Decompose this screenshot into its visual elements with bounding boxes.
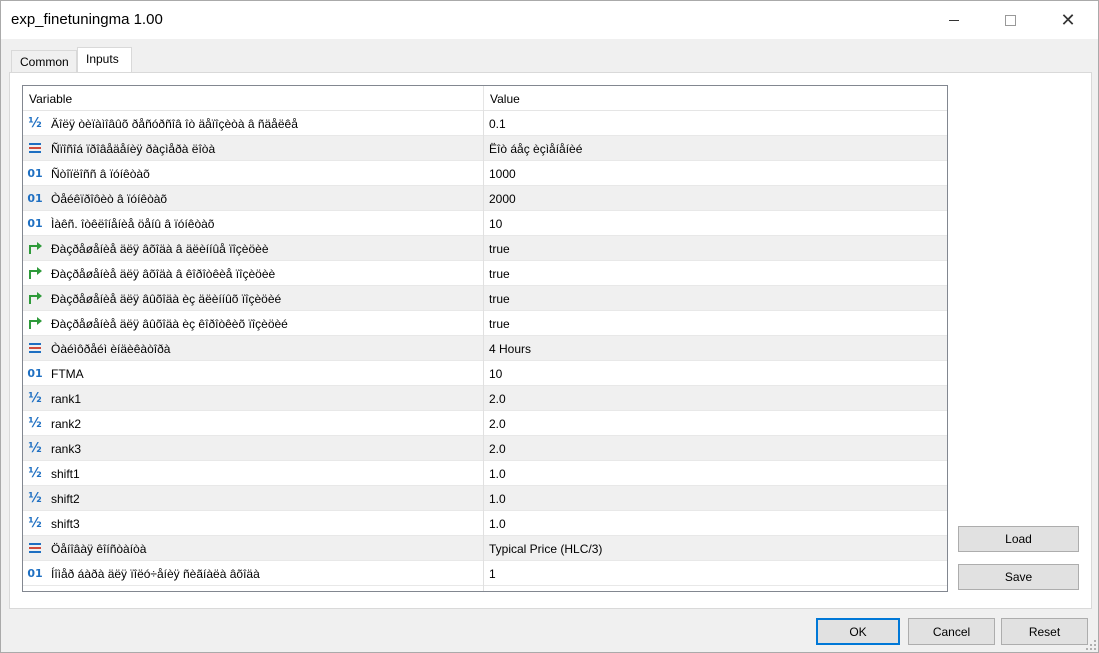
variable-value[interactable]: 2000 [489,192,516,206]
variable-value[interactable]: 1.0 [489,492,506,506]
grid-row[interactable]: 01 Ñòîïëîññ â ïóíêòàõ 1000 [23,161,947,186]
variable-value[interactable]: true [489,242,510,256]
variable-value[interactable]: 1 [489,567,496,581]
minimize-button[interactable] [931,1,977,39]
variable-name: Òàéìôðåéì èíäèêàòîðà [51,342,171,356]
int-icon: 01 [27,566,43,580]
bool-icon [27,290,43,306]
load-button[interactable]: Load [958,526,1079,552]
grid-row[interactable]: 01 Ìàêñ. îòêëîíåíèå öåíû â ïóíêòàõ 10 [23,211,947,236]
resize-grip-icon[interactable] [1085,639,1097,651]
grid-row[interactable]: Ðàçðåøåíèå äëÿ âõîäà â êîðîòêèå ïîçèöèè t… [23,261,947,286]
variable-name: shift2 [51,492,80,506]
title-bar: exp_finetuningma 1.00 ✕ [1,1,1098,39]
variable-name: Ñïîñîá ïðîâåäåíèÿ ðàçìåðà ëîòà [51,142,216,156]
variable-name: shift1 [51,467,80,481]
dialog-window: exp_finetuningma 1.00 ✕ Common Inputs Va… [0,0,1099,653]
bool-icon [27,315,43,331]
variable-name: rank1 [51,392,82,406]
variable-name: Ðàçðåøåíèå äëÿ âõîäà â êîðîòêèå ïîçèöèè [51,267,276,281]
column-header-value[interactable]: Value [490,92,520,106]
minimize-icon [949,19,959,21]
variable-value[interactable]: 2.0 [489,392,506,406]
variable-name: Ñòîïëîññ â ïóíêòàõ [51,167,150,181]
variable-name: shift3 [51,517,80,531]
half-icon: ½ [28,465,42,481]
grid-row[interactable]: ½ shift1 1.0 [23,461,947,486]
grid-row[interactable]: Ñïîñîá ïðîâåäåíèÿ ðàçìåðà ëîòà Ëîò áåç èç… [23,136,947,161]
maximize-icon [1004,14,1016,26]
variable-name: rank3 [51,442,82,456]
inputs-grid: Variable Value ½ Äîëÿ òèïàìîâûõ ðåñóðñîâ … [22,85,948,592]
half-icon: ½ [28,440,42,456]
close-button[interactable]: ✕ [1045,1,1091,39]
variable-name: Òåéêïðîôèò â ïóíêòàõ [51,192,168,206]
variable-name: Äîëÿ òèïàìîâûõ ðåñóðñîâ îò äåïîçèòà â ñä… [51,117,298,131]
grid-row[interactable]: ½ rank3 2.0 [23,436,947,461]
variable-value[interactable]: true [489,292,510,306]
variable-value[interactable]: 1000 [489,167,516,181]
variable-name: Íîìåð áàðà äëÿ ïîëó÷åíèÿ ñèãíàëà âõîäà [51,567,260,581]
bool-icon [27,240,43,256]
column-divider[interactable] [483,86,484,110]
grid-row[interactable]: 01 Íîìåð áàðà äëÿ ïîëó÷åíèÿ ñèãíàëà âõîäà… [23,561,947,586]
int-icon: 01 [27,366,43,380]
variable-value[interactable]: 0.1 [489,117,506,131]
variable-name: Ìàêñ. îòêëîíåíèå öåíû â ïóíêòàõ [51,217,215,231]
grid-row[interactable]: ½ shift2 1.0 [23,486,947,511]
variable-name: Ðàçðåøåíèå äëÿ âûõîäà èç êîðîòêèõ ïîçèöè… [51,317,288,331]
grid-row[interactable]: 01 FTMA 10 [23,361,947,386]
variable-value[interactable]: 1.0 [489,467,506,481]
half-icon: ½ [28,115,42,131]
half-icon: ½ [28,515,42,531]
grid-row[interactable]: Ðàçðåøåíèå äëÿ âûõîäà èç äëèííûõ ïîçèöèé… [23,286,947,311]
column-separator [483,110,484,591]
variable-value[interactable]: 2.0 [489,417,506,431]
variable-value[interactable]: true [489,317,510,331]
tab-inputs[interactable]: Inputs [77,47,132,73]
tab-common[interactable]: Common [11,50,77,73]
grid-row[interactable]: ½ shift3 1.0 [23,511,947,536]
grid-row[interactable]: ½ rank2 2.0 [23,411,947,436]
reset-button[interactable]: Reset [1001,618,1088,645]
half-icon: ½ [28,415,42,431]
variable-name: FTMA [51,367,84,381]
grid-row[interactable]: 01 Òåéêïðîôèò â ïóíêòàõ 2000 [23,186,947,211]
variable-value[interactable]: 1.0 [489,517,506,531]
variable-value[interactable]: 4 Hours [489,342,531,356]
variable-name: Öåíîâàÿ êîíñòàíòà [51,542,147,556]
grid-row[interactable]: Öåíîâàÿ êîíñòàíòà Typical Price (HLC/3) [23,536,947,561]
grid-row[interactable]: ½ rank1 2.0 [23,386,947,411]
save-button[interactable]: Save [958,564,1079,590]
half-icon: ½ [28,390,42,406]
int-icon: 01 [27,166,43,180]
list-icon [27,340,43,356]
variable-value[interactable]: true [489,267,510,281]
grid-row[interactable]: ½ Äîëÿ òèïàìîâûõ ðåñóðñîâ îò äåïîçèòà â ñ… [23,111,947,136]
variable-value[interactable]: 2.0 [489,442,506,456]
variable-value[interactable]: 10 [489,217,502,231]
grid-row[interactable]: Ðàçðåøåíèå äëÿ âûõîäà èç êîðîòêèõ ïîçèöè… [23,311,947,336]
window-title: exp_finetuningma 1.00 [11,11,163,28]
variable-name: Ðàçðåøåíèå äëÿ âõîäà â äëèííûå ïîçèöèè [51,242,269,256]
variable-value[interactable]: Ëîò áåç èçìåíåíèé [489,142,582,156]
list-icon [27,140,43,156]
grid-row[interactable]: Ðàçðåøåíèå äëÿ âõîäà â äëèííûå ïîçèöèè tr… [23,236,947,261]
variable-name: rank2 [51,417,82,431]
cancel-button[interactable]: Cancel [908,618,995,645]
maximize-button[interactable] [987,1,1033,39]
grid-row[interactable]: Òàéìôðåéì èíäèêàòîðà 4 Hours [23,336,947,361]
column-header-variable[interactable]: Variable [29,92,72,106]
list-icon [27,540,43,556]
grid-header: Variable Value [23,86,947,111]
bool-icon [27,265,43,281]
half-icon: ½ [28,490,42,506]
int-icon: 01 [27,216,43,230]
variable-value[interactable]: 10 [489,367,502,381]
int-icon: 01 [27,191,43,205]
variable-name: Ðàçðåøåíèå äëÿ âûõîäà èç äëèííûõ ïîçèöèé [51,292,282,306]
ok-button[interactable]: OK [816,618,900,645]
close-icon: ✕ [1060,10,1076,30]
variable-value[interactable]: Typical Price (HLC/3) [489,542,602,556]
